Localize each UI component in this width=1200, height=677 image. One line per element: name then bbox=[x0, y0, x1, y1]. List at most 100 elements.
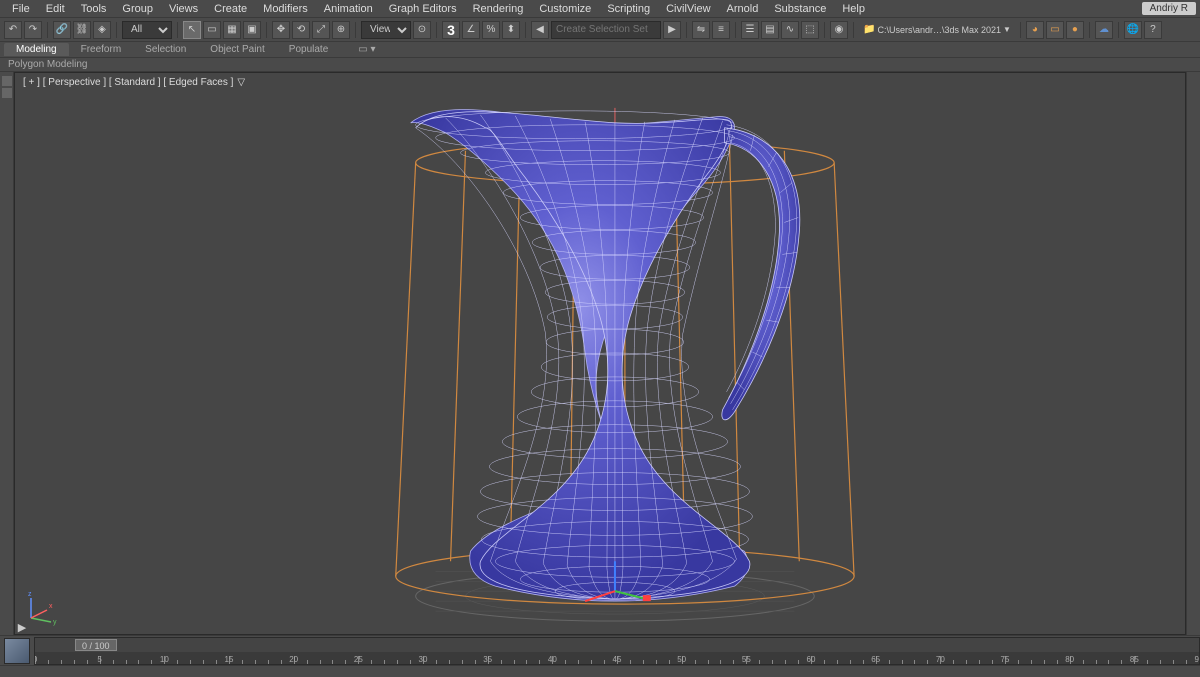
open-autodesk-button[interactable]: 🌐 bbox=[1124, 21, 1142, 39]
material-editor-button[interactable]: ◉ bbox=[830, 21, 848, 39]
schematic-view-button[interactable]: ⬚ bbox=[801, 21, 819, 39]
pivot-icon: ⊙ bbox=[418, 24, 426, 35]
select-window-button[interactable]: ▦ bbox=[223, 21, 241, 39]
rotate-button[interactable]: ⟲ bbox=[292, 21, 310, 39]
mirror-button[interactable]: ⇋ bbox=[692, 21, 710, 39]
separator bbox=[1020, 22, 1021, 38]
unlink-icon: ⛓ bbox=[76, 24, 89, 35]
tick-label: 75 bbox=[1001, 655, 1010, 664]
toggle-icon: ▤ bbox=[765, 24, 774, 35]
menu-edit[interactable]: Edit bbox=[38, 3, 73, 15]
tick bbox=[177, 660, 178, 665]
tick bbox=[203, 660, 204, 665]
help-button[interactable]: ? bbox=[1144, 21, 1162, 39]
curve-editor-button[interactable]: ∿ bbox=[781, 21, 799, 39]
tab-populate[interactable]: Populate bbox=[277, 43, 340, 56]
ribbon-panel-label: Polygon Modeling bbox=[0, 58, 1200, 72]
left-tool-1[interactable] bbox=[2, 76, 12, 86]
menu-scripting[interactable]: Scripting bbox=[599, 3, 658, 15]
tab-object-paint[interactable]: Object Paint bbox=[198, 43, 276, 56]
toggle-ribbon-button[interactable]: ▤ bbox=[761, 21, 779, 39]
menu-rendering[interactable]: Rendering bbox=[465, 3, 532, 15]
named-sel-prev-button[interactable]: ◀ bbox=[531, 21, 549, 39]
menu-arnold[interactable]: Arnold bbox=[719, 3, 767, 15]
menu-substance[interactable]: Substance bbox=[766, 3, 834, 15]
select-region-button[interactable]: ▭ bbox=[203, 21, 221, 39]
selection-filter-dropdown[interactable]: All bbox=[122, 21, 172, 39]
tab-selection[interactable]: Selection bbox=[133, 43, 198, 56]
cloud-icon: ☁ bbox=[1099, 24, 1109, 35]
render-setup-button[interactable]: ◕ bbox=[1026, 21, 1044, 39]
menu-customize[interactable]: Customize bbox=[531, 3, 599, 15]
link-icon: 🔗 bbox=[56, 24, 68, 35]
selection-set-input[interactable] bbox=[551, 21, 661, 39]
menu-group[interactable]: Group bbox=[114, 3, 161, 15]
move-button[interactable]: ✥ bbox=[272, 21, 290, 39]
placement-button[interactable]: ⊕ bbox=[332, 21, 350, 39]
link-button[interactable]: 🔗 bbox=[53, 21, 71, 39]
teapot-icon: ◕ bbox=[1032, 24, 1038, 35]
tick bbox=[837, 660, 838, 665]
tick bbox=[708, 660, 709, 665]
menu-views[interactable]: Views bbox=[161, 3, 206, 15]
render-icon: ● bbox=[1072, 24, 1078, 35]
menu-file[interactable]: File bbox=[4, 3, 38, 15]
tick bbox=[863, 660, 864, 665]
project-folder[interactable]: 📁 C:\Users\andr…\3ds Max 2021 ▼ bbox=[859, 24, 1015, 35]
tick bbox=[397, 660, 398, 665]
select-button[interactable]: ↖ bbox=[183, 21, 201, 39]
placement-icon: ⊕ bbox=[337, 24, 345, 35]
viewcube[interactable] bbox=[4, 638, 30, 664]
viewport-play-button[interactable]: ▶ bbox=[17, 622, 27, 632]
ribbon-options-button[interactable]: ▭ ▾ bbox=[346, 43, 387, 56]
snap-num-label: 3 bbox=[444, 22, 458, 38]
viewport[interactable]: [ + ] [ Perspective ] [ Standard ] [ Edg… bbox=[14, 72, 1186, 635]
redo-button[interactable]: ↷ bbox=[24, 21, 42, 39]
status-bar bbox=[0, 665, 1200, 677]
undo-button[interactable]: ↶ bbox=[4, 21, 22, 39]
tick bbox=[48, 660, 49, 665]
tick bbox=[643, 660, 644, 665]
tab-freeform[interactable]: Freeform bbox=[69, 43, 134, 56]
menu-civilview[interactable]: CivilView bbox=[658, 3, 718, 15]
align-button[interactable]: ≡ bbox=[712, 21, 730, 39]
render-button[interactable]: ● bbox=[1066, 21, 1084, 39]
tick-label: 10 bbox=[160, 655, 169, 664]
crossing-icon: ▣ bbox=[247, 24, 256, 35]
menu-tools[interactable]: Tools bbox=[73, 3, 115, 15]
next-icon: ▶ bbox=[668, 24, 676, 35]
tick bbox=[332, 660, 333, 665]
spinner-snap-button[interactable]: ⬍ bbox=[502, 21, 520, 39]
scale-button[interactable]: ⤢ bbox=[312, 21, 330, 39]
menu-help[interactable]: Help bbox=[834, 3, 873, 15]
separator bbox=[47, 22, 48, 38]
tab-modeling[interactable]: Modeling bbox=[4, 43, 69, 56]
help-icon: ? bbox=[1150, 24, 1156, 35]
pivot-button[interactable]: ⊙ bbox=[413, 21, 431, 39]
percent-snap-button[interactable]: % bbox=[482, 21, 500, 39]
tick-label: 50 bbox=[677, 655, 686, 664]
separator bbox=[1089, 22, 1090, 38]
menu-modifiers[interactable]: Modifiers bbox=[255, 3, 316, 15]
render-cloud-button[interactable]: ☁ bbox=[1095, 21, 1113, 39]
snap-toggle-button[interactable]: 3 bbox=[442, 21, 460, 39]
select-crossing-button[interactable]: ▣ bbox=[243, 21, 261, 39]
menu-animation[interactable]: Animation bbox=[316, 3, 381, 15]
tick bbox=[371, 660, 372, 665]
bind-button[interactable]: ◈ bbox=[93, 21, 111, 39]
named-sel-next-button[interactable]: ▶ bbox=[663, 21, 681, 39]
tick bbox=[656, 660, 657, 665]
left-tool-2[interactable] bbox=[2, 88, 12, 98]
unlink-button[interactable]: ⛓ bbox=[73, 21, 91, 39]
menu-graph-editors[interactable]: Graph Editors bbox=[381, 3, 465, 15]
time-ruler[interactable]: 0 / 100 05101520253035404550556065707580… bbox=[34, 637, 1200, 665]
coord-system-dropdown[interactable]: View bbox=[361, 21, 411, 39]
render-frame-button[interactable]: ▭ bbox=[1046, 21, 1064, 39]
menu-create[interactable]: Create bbox=[206, 3, 255, 15]
layer-explorer-button[interactable]: ☰ bbox=[741, 21, 759, 39]
username-badge[interactable]: Andriy R bbox=[1142, 2, 1196, 15]
angle-snap-button[interactable]: ∠ bbox=[462, 21, 480, 39]
time-handle[interactable]: 0 / 100 bbox=[75, 639, 117, 651]
angle-icon: ∠ bbox=[467, 24, 476, 35]
ribbon-tabs: Modeling Freeform Selection Object Paint… bbox=[0, 42, 1200, 58]
